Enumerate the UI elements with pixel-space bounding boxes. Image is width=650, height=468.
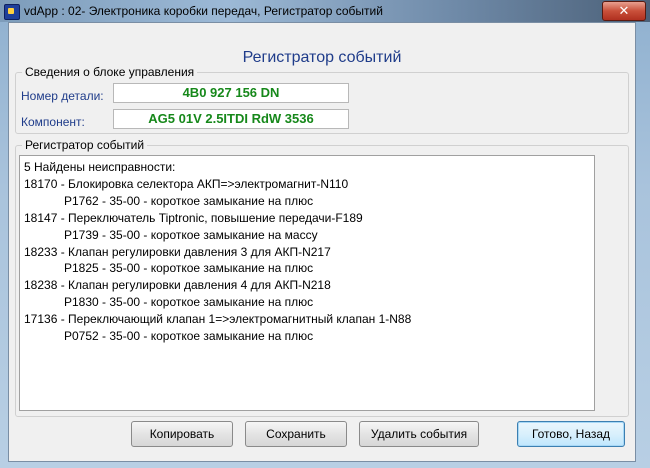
log-line: 17136 - Переключающий клапан 1=>электром…: [24, 312, 412, 327]
part-number-field[interactable]: 4B0 927 156 DN: [113, 83, 349, 103]
log-line: 18238 - Клапан регулировки давления 4 дл…: [24, 278, 331, 293]
log-line: P0752 - 35-00 - короткое замыкание на пл…: [24, 329, 314, 344]
window-title: vdApp : 02- Электроника коробки передач,…: [24, 4, 383, 18]
event-log-group-label: Регистратор событий: [22, 138, 148, 152]
close-button[interactable]: ✕: [602, 1, 646, 21]
log-line: 18147 - Переключатель Tiptronic, повышен…: [24, 210, 363, 225]
app-icon: [4, 4, 20, 20]
app-window: vdApp : 02- Электроника коробки передач,…: [0, 0, 650, 468]
done-back-button[interactable]: Готово, Назад: [517, 421, 625, 447]
control-unit-group-label: Сведения о блоке управления: [22, 65, 198, 79]
log-line: P1762 - 35-00 - короткое замыкание на пл…: [24, 193, 314, 208]
copy-button[interactable]: Копировать: [131, 421, 233, 447]
log-line: 5 Найдены неисправности:: [24, 160, 176, 174]
component-field[interactable]: AG5 01V 2.5ITDI RdW 3536: [113, 109, 349, 129]
title-bar[interactable]: vdApp : 02- Электроника коробки передач,…: [0, 0, 650, 22]
log-line: 18170 - Блокировка селектора АКП=>электр…: [24, 176, 349, 191]
event-log-list[interactable]: 5 Найдены неисправности: 18170 - Блокиро…: [19, 155, 595, 411]
log-line: P1830 - 35-00 - короткое замыкание на пл…: [24, 295, 314, 310]
component-label: Компонент:: [21, 115, 85, 129]
part-number-label: Номер детали:: [21, 89, 104, 103]
delete-events-button[interactable]: Удалить события: [359, 421, 479, 447]
log-line: P1739 - 35-00 - короткое замыкание на ма…: [24, 227, 318, 242]
save-button[interactable]: Сохранить: [245, 421, 347, 447]
log-line: 18233 - Клапан регулировки давления 3 дл…: [24, 244, 331, 259]
log-line: P1825 - 35-00 - короткое замыкание на пл…: [24, 261, 314, 276]
dialog-body: Регистратор событий Сведения о блоке упр…: [8, 22, 636, 462]
